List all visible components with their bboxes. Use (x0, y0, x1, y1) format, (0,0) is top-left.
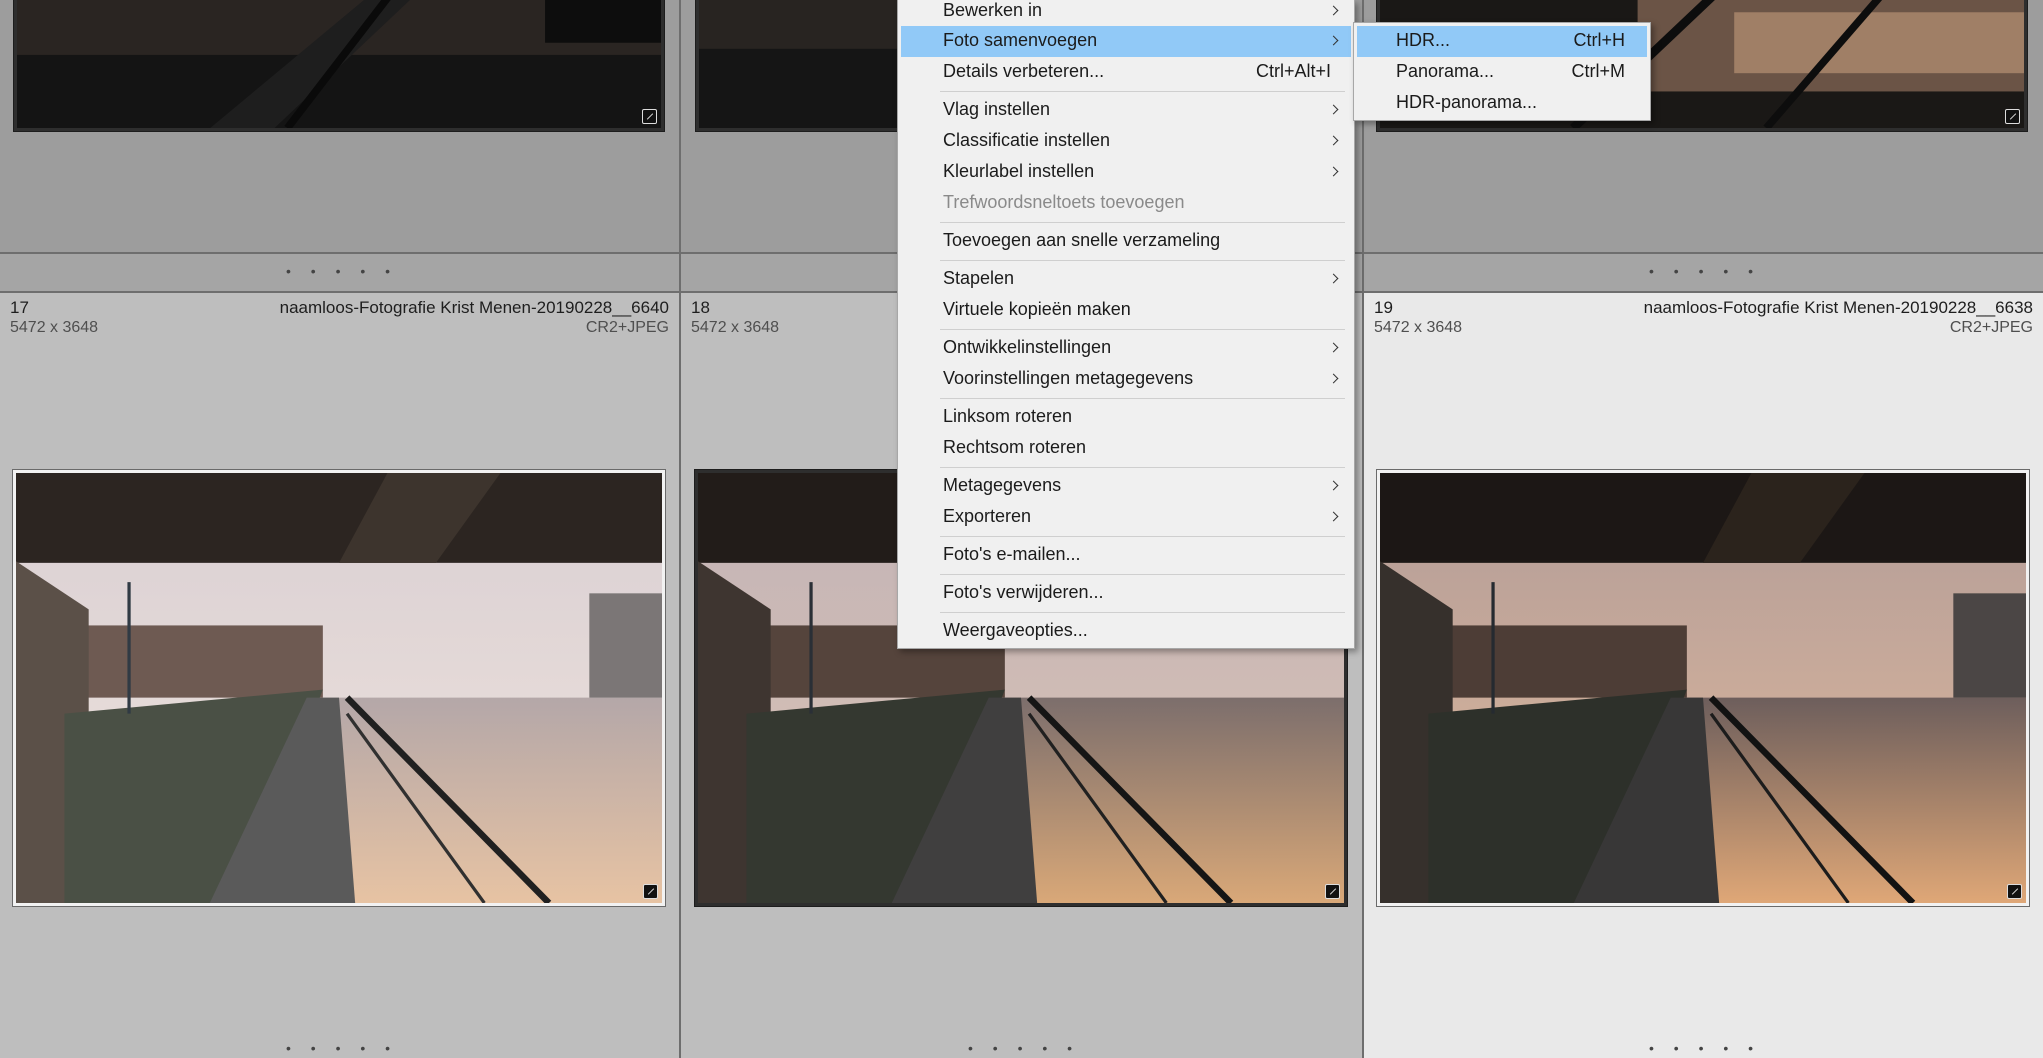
cell-file-type: CR2+JPEG (1949, 319, 2033, 336)
menu-separator (940, 574, 1345, 575)
menu-item-metagegevens[interactable]: Metagegevens (901, 471, 1351, 502)
develop-adjusted-badge-icon (2007, 884, 2022, 899)
chevron-right-icon (1328, 166, 1339, 177)
menu-item-label: Rechtsom roteren (943, 437, 1087, 457)
menu-item-voorinstellingen-metagegevens[interactable]: Voorinstellingen metagegevens (901, 364, 1351, 395)
menu-item-fotos-e-mailen[interactable]: Foto's e-mailen... (901, 540, 1351, 571)
submenu-item-hdr[interactable]: HDR... Ctrl+H (1357, 26, 1647, 57)
menu-item-label: Weergaveopties... (943, 620, 1088, 640)
submenu-item-label: HDR-panorama... (1396, 92, 1538, 112)
photo-image (16, 473, 662, 903)
rating-dots[interactable]: • • • • • (286, 263, 398, 279)
menu-item-trefwoordsneltoets: Trefwoordsneltoets toevoegen (901, 188, 1351, 219)
menu-item-foto-samenvoegen[interactable]: Foto samenvoegen (901, 26, 1351, 57)
thumbnail-top-1[interactable] (13, 0, 665, 132)
menu-item-label: Stapelen (943, 268, 1015, 288)
develop-adjusted-badge-icon (2005, 109, 2020, 124)
cell-dimensions: 5472 x 3648 (691, 319, 780, 336)
chevron-right-icon (1328, 342, 1339, 353)
chevron-right-icon (1328, 35, 1339, 46)
menu-item-label: Metagegevens (943, 475, 1062, 495)
column-divider (679, 0, 681, 1058)
thumbnail-17[interactable] (12, 469, 666, 907)
submenu-item-label: HDR... (1396, 30, 1450, 50)
chevron-right-icon (1328, 104, 1339, 115)
menu-item-label: Virtuele kopieën maken (943, 299, 1131, 319)
menu-item-label: Ontwikkelinstellingen (943, 337, 1112, 357)
rating-dots[interactable]: • • • • • (1649, 263, 1761, 279)
photo (1380, 473, 2026, 903)
menu-item-virtuele-kopieen[interactable]: Virtuele kopieën maken (901, 295, 1351, 326)
menu-separator (940, 398, 1345, 399)
menu-item-vlag-instellen[interactable]: Vlag instellen (901, 95, 1351, 126)
submenu-item-label: Panorama... (1396, 61, 1495, 81)
menu-item-label: Linksom roteren (943, 406, 1073, 426)
submenu-foto-samenvoegen: HDR... Ctrl+H Panorama... Ctrl+M HDR-pan… (1353, 22, 1651, 121)
menu-item-label: Kleurlabel instellen (943, 161, 1095, 181)
menu-item-kleurlabel-instellen[interactable]: Kleurlabel instellen (901, 157, 1351, 188)
chevron-right-icon (1328, 480, 1339, 491)
develop-adjusted-badge-icon (642, 109, 657, 124)
cell-file-type: CR2+JPEG (585, 319, 669, 336)
cell-number: 17 (10, 298, 29, 317)
menu-separator (940, 260, 1345, 261)
chevron-right-icon (1328, 135, 1339, 146)
develop-adjusted-badge-icon (1325, 884, 1340, 899)
cell-filename: naamloos-Fotografie Krist Menen-20190228… (279, 298, 669, 317)
chevron-right-icon (1328, 273, 1339, 284)
menu-item-details-verbeteren[interactable]: Details verbeteren... Ctrl+Alt+I (901, 57, 1351, 88)
menu-item-shortcut: Ctrl+Alt+I (1255, 61, 1331, 81)
menu-item-label: Voorinstellingen metagegevens (943, 368, 1194, 388)
menu-item-bewerken-in[interactable]: Bewerken in (901, 0, 1351, 27)
submenu-item-hdr-panorama[interactable]: HDR-panorama... (1357, 88, 1647, 119)
photo-image (17, 0, 661, 128)
cell-dimensions: 5472 x 3648 (10, 319, 99, 336)
menu-separator (940, 536, 1345, 537)
menu-separator (940, 222, 1345, 223)
menu-item-label: Foto's e-mailen... (943, 544, 1081, 564)
menu-item-fotos-verwijderen[interactable]: Foto's verwijderen... (901, 578, 1351, 609)
menu-item-stapelen[interactable]: Stapelen (901, 264, 1351, 295)
thumbnail-19[interactable] (1376, 469, 2030, 907)
chevron-right-icon (1328, 373, 1339, 384)
menu-separator (940, 467, 1345, 468)
menu-item-rechtsom-roteren[interactable]: Rechtsom roteren (901, 433, 1351, 464)
photo (17, 0, 661, 128)
rating-dots[interactable]: • • • • • (1649, 1040, 1761, 1056)
cell-number: 18 (691, 298, 710, 317)
menu-separator (940, 329, 1345, 330)
menu-item-ontwikkelinstellingen[interactable]: Ontwikkelinstellingen (901, 333, 1351, 364)
submenu-item-shortcut: Ctrl+H (1573, 30, 1625, 50)
rating-dots[interactable]: • • • • • (286, 1040, 398, 1056)
menu-item-label: Classificatie instellen (943, 130, 1111, 150)
menu-item-label: Foto samenvoegen (943, 30, 1098, 50)
menu-item-label: Exporteren (943, 506, 1032, 526)
column-divider (1362, 0, 1364, 1058)
menu-separator (940, 91, 1345, 92)
menu-item-snelle-verzameling[interactable]: Toevoegen aan snelle verzameling (901, 226, 1351, 257)
chevron-right-icon (1328, 5, 1339, 16)
menu-separator (940, 612, 1345, 613)
cell-number: 19 (1374, 298, 1393, 317)
submenu-item-panorama[interactable]: Panorama... Ctrl+M (1357, 57, 1647, 88)
menu-item-label: Bewerken in (943, 0, 1043, 20)
photo-image (1380, 473, 2026, 903)
menu-item-weergaveopties[interactable]: Weergaveopties... (901, 616, 1351, 647)
submenu-item-shortcut: Ctrl+M (1571, 61, 1626, 81)
rating-dots[interactable]: • • • • • (968, 1040, 1080, 1056)
menu-item-linksom-roteren[interactable]: Linksom roteren (901, 402, 1351, 433)
menu-item-label: Toevoegen aan snelle verzameling (943, 230, 1221, 250)
menu-item-label: Foto's verwijderen... (943, 582, 1104, 602)
menu-item-label: Vlag instellen (943, 99, 1051, 119)
develop-adjusted-badge-icon (643, 884, 658, 899)
cell-dimensions: 5472 x 3648 (1374, 319, 1463, 336)
menu-item-exporteren[interactable]: Exporteren (901, 502, 1351, 533)
photo (16, 473, 662, 903)
chevron-right-icon (1328, 511, 1339, 522)
menu-item-label: Trefwoordsneltoets toevoegen (943, 192, 1185, 212)
menu-item-label: Details verbeteren... (943, 61, 1105, 81)
context-menu: Bewerken in Foto samenvoegen Details ver… (897, 0, 1355, 649)
menu-item-classificatie-instellen[interactable]: Classificatie instellen (901, 126, 1351, 157)
cell-filename: naamloos-Fotografie Krist Menen-20190228… (1643, 298, 2033, 317)
